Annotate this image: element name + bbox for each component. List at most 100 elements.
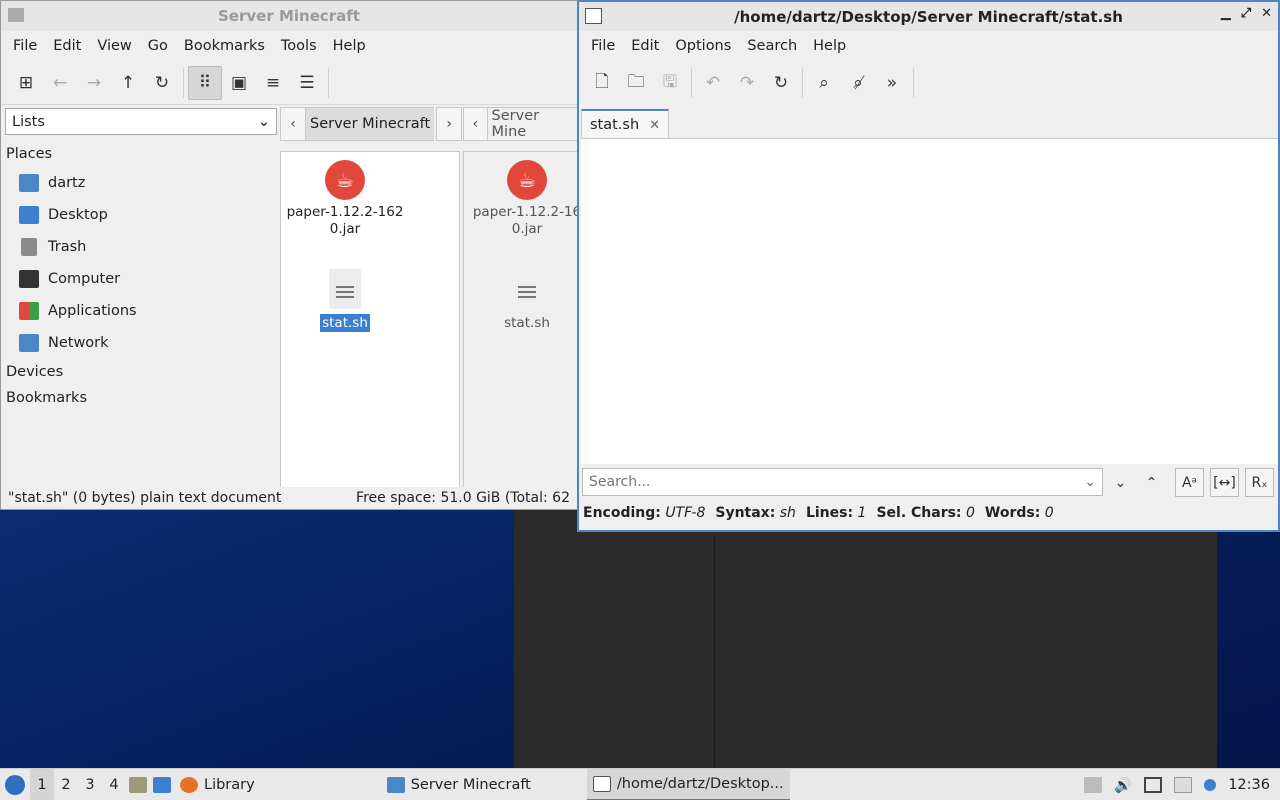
places-item-label: Computer — [48, 271, 121, 287]
applications-icon — [19, 302, 39, 320]
forward-arrow-icon[interactable]: → — [77, 66, 111, 100]
reload-icon[interactable]: ↻ — [145, 66, 179, 100]
desktop-icon — [19, 206, 39, 224]
path-right-arrow-icon[interactable]: › — [436, 107, 463, 141]
task-server-minecraft[interactable]: Server Minecraft — [381, 769, 537, 800]
menu-bookmarks[interactable]: Bookmarks — [176, 38, 273, 54]
devices-header[interactable]: Devices — [1, 359, 279, 385]
places-item-dartz[interactable]: dartz — [1, 167, 279, 199]
tab-stat-sh[interactable]: stat.sh ✕ — [581, 109, 670, 139]
menu-edit[interactable]: Edit — [623, 38, 667, 54]
find-next-icon[interactable]: ⌄ — [1106, 468, 1135, 497]
path-left-arrow-icon[interactable]: ‹ — [463, 107, 488, 141]
clipboard-tray-icon[interactable] — [1084, 777, 1103, 793]
file-item-jar[interactable]: ☕ paper-1.12.2-16 0.jar — [462, 160, 592, 238]
side-pane-mode-select[interactable]: Lists ⌄ — [5, 108, 277, 135]
places-item-trash[interactable]: Trash — [1, 231, 279, 263]
taskbar: 1 2 3 4 Library Server Minecraft /home/d… — [0, 768, 1280, 800]
path-left-arrow-icon[interactable]: ‹ — [280, 107, 306, 141]
menu-tools[interactable]: Tools — [273, 38, 325, 54]
update-notifier-icon[interactable] — [1204, 779, 1217, 791]
editor-titlebar[interactable]: /home/dartz/Desktop/Server Minecraft/sta… — [579, 2, 1278, 31]
file-manager-titlebar[interactable]: Server Minecraft — [1, 1, 577, 31]
menu-edit[interactable]: Edit — [45, 38, 89, 54]
toolbar-separator — [913, 68, 914, 98]
start-menu-button[interactable] — [0, 769, 30, 800]
undo-icon[interactable]: ↶ — [696, 66, 730, 100]
workspace-1[interactable]: 1 — [30, 768, 54, 800]
file-name: paper-1.12.2-162 — [286, 204, 404, 220]
bookmarks-header[interactable]: Bookmarks — [1, 385, 279, 411]
thumbnail-view-icon[interactable]: ▣ — [222, 66, 256, 100]
menu-go[interactable]: Go — [140, 38, 176, 54]
editor-text-area[interactable] — [581, 138, 1278, 464]
display-icon[interactable] — [1144, 777, 1163, 793]
folder-icon — [386, 776, 405, 793]
chevron-down-icon[interactable]: ⌄ — [1084, 474, 1096, 490]
file-pane-left[interactable]: ☕ paper-1.12.2-162 0.jar stat.sh — [280, 151, 460, 488]
menu-view[interactable]: View — [89, 38, 139, 54]
menu-file[interactable]: File — [5, 38, 45, 54]
folder-window-icon — [8, 8, 24, 22]
reload-icon[interactable]: ↻ — [764, 66, 798, 100]
whole-word-icon[interactable]: [↔] — [1210, 468, 1239, 497]
background-divider — [714, 536, 715, 768]
file-item-stat-sh[interactable]: stat.sh — [280, 269, 410, 332]
places-panel: Places dartz Desktop Trash Computer Appl… — [1, 141, 279, 411]
new-tab-icon[interactable]: ⊞ — [9, 66, 43, 100]
new-file-icon[interactable]: 🗋 — [585, 66, 619, 100]
workspace-3[interactable]: 3 — [78, 769, 102, 800]
task-label: Server Minecraft — [410, 776, 531, 793]
editor-statusbar: Encoding: UTF-8 Syntax: sh Lines: 1 Sel.… — [583, 505, 1054, 521]
workspace-2[interactable]: 2 — [54, 769, 78, 800]
close-icon[interactable]: ✕ — [1261, 6, 1272, 21]
task-library[interactable]: Library — [174, 769, 261, 800]
show-desktop-launcher[interactable] — [150, 769, 174, 800]
file-item-stat-sh[interactable]: stat.sh — [462, 269, 592, 332]
up-arrow-icon[interactable]: ↑ — [111, 66, 145, 100]
menu-help[interactable]: Help — [805, 38, 854, 54]
volume-icon[interactable]: 🔊 — [1114, 777, 1132, 794]
task-text-editor[interactable]: /home/dartz/Desktop... — [586, 768, 790, 800]
search-input[interactable] — [589, 474, 1069, 490]
path-crumb[interactable]: Server Mine — [487, 107, 577, 141]
match-case-icon[interactable]: Aᵃ — [1175, 468, 1204, 497]
path-crumb[interactable]: Server Minecraft — [306, 107, 435, 141]
menu-help[interactable]: Help — [325, 38, 374, 54]
places-item-desktop[interactable]: Desktop — [1, 199, 279, 231]
search-box[interactable]: ⌄ — [582, 468, 1103, 496]
places-item-computer[interactable]: Computer — [1, 263, 279, 295]
open-folder-icon[interactable]: 🗀 — [619, 66, 653, 100]
menu-options[interactable]: Options — [667, 38, 739, 54]
places-item-applications[interactable]: Applications — [1, 295, 279, 327]
tab-label: stat.sh — [590, 117, 640, 133]
workspace-4[interactable]: 4 — [102, 769, 126, 800]
find-replace-icon[interactable]: ⌕̸ — [841, 66, 875, 100]
compact-view-icon[interactable]: ≡ — [256, 66, 290, 100]
find-previous-icon[interactable]: ⌃ — [1137, 468, 1166, 497]
save-icon[interactable]: 🖫 — [653, 66, 687, 100]
detailed-list-icon[interactable]: ☰ — [290, 66, 324, 100]
toolbar-separator — [328, 67, 329, 98]
more-icon[interactable]: » — [875, 66, 909, 100]
menu-search[interactable]: Search — [739, 38, 805, 54]
status-sel-chars: Sel. Chars: 0 — [876, 505, 975, 521]
file-cabinet-launcher[interactable] — [126, 769, 150, 800]
file-item-jar[interactable]: ☕ paper-1.12.2-162 0.jar — [280, 160, 410, 238]
back-arrow-icon[interactable]: ← — [43, 66, 77, 100]
minimize-icon[interactable]: ▁ — [1221, 6, 1231, 21]
regex-icon[interactable]: Rₓ — [1245, 468, 1274, 497]
places-header[interactable]: Places — [1, 141, 279, 167]
start-menu-icon — [5, 774, 25, 795]
maximize-icon[interactable]: ⤢ — [1241, 6, 1251, 21]
clipboard-icon[interactable] — [1174, 777, 1193, 793]
find-icon[interactable]: ⌕ — [807, 66, 841, 100]
menu-file[interactable]: File — [583, 38, 623, 54]
file-pane-right[interactable]: ☕ paper-1.12.2-16 0.jar stat.sh — [463, 151, 581, 488]
clock[interactable]: 12:36 — [1228, 777, 1270, 793]
places-item-network[interactable]: Network — [1, 327, 279, 359]
redo-icon[interactable]: ↷ — [730, 66, 764, 100]
file-name: stat.sh — [504, 315, 550, 331]
icon-view-icon[interactable]: ⠿ — [188, 65, 222, 100]
tab-close-icon[interactable]: ✕ — [649, 118, 660, 133]
